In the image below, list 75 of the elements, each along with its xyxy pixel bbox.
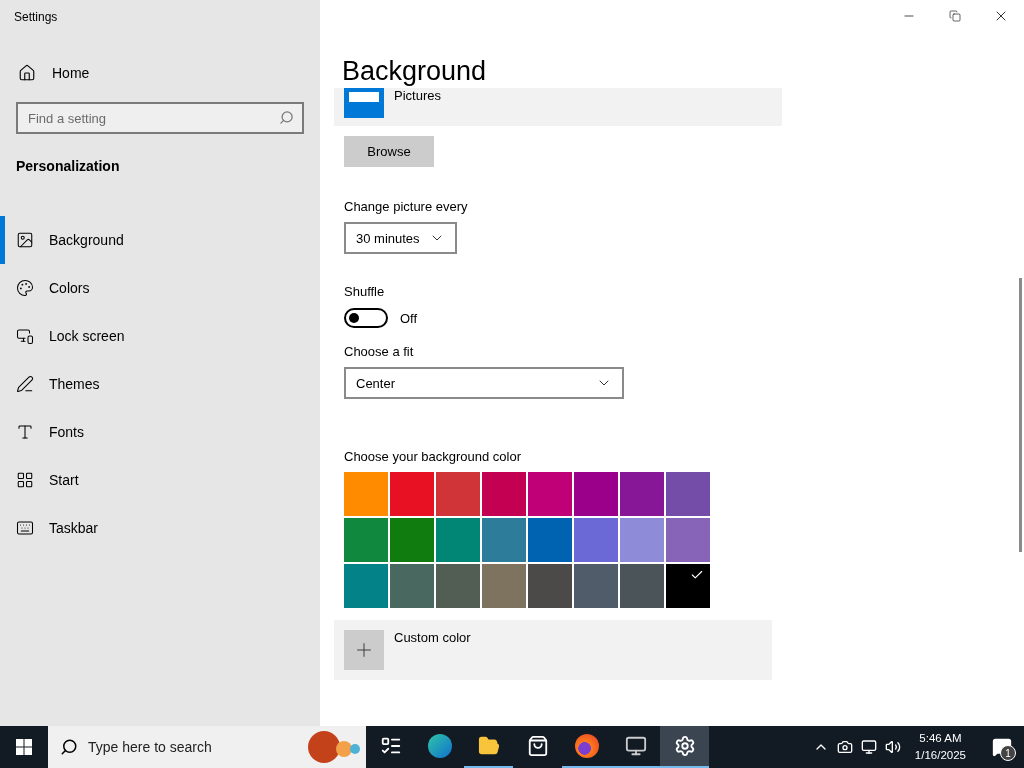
tiles-icon [16, 471, 34, 489]
folder-label: Pictures [394, 88, 441, 105]
camera-icon[interactable] [836, 739, 853, 755]
folder-icon [477, 735, 500, 757]
folder-item[interactable]: Pictures [334, 88, 782, 126]
windows-logo-icon [16, 739, 32, 755]
home-link[interactable]: Home [0, 36, 320, 90]
field-label: Choose a fit [344, 344, 415, 359]
color-swatch[interactable] [574, 472, 618, 516]
color-swatch[interactable] [436, 564, 480, 608]
color-swatch[interactable] [390, 518, 434, 562]
keyboard-icon [16, 519, 34, 537]
field-label: Choose your background color [344, 449, 523, 464]
home-icon [18, 64, 36, 82]
pen-icon [16, 375, 34, 393]
palette-icon [16, 279, 34, 297]
volume-icon[interactable] [884, 739, 901, 755]
color-swatch[interactable] [482, 472, 526, 516]
color-swatch[interactable] [344, 518, 388, 562]
color-swatch[interactable] [620, 472, 664, 516]
sidebar-item[interactable]: Lock screen [0, 312, 320, 360]
color-swatch[interactable] [666, 564, 710, 608]
fit-dropdown[interactable]: Center [344, 367, 624, 399]
color-swatch[interactable] [482, 518, 526, 562]
color-swatch[interactable] [482, 564, 526, 608]
browser-icon [574, 734, 599, 758]
scrollbar-thumb[interactable] [1019, 278, 1022, 552]
picture-icon [16, 231, 34, 249]
store-bag-icon [526, 735, 549, 757]
toggle-switch[interactable] [344, 308, 388, 328]
field-label: Shuffle [344, 284, 386, 299]
custom-color-item[interactable]: Custom color [334, 620, 772, 680]
color-swatch[interactable] [574, 564, 618, 608]
sidebar-item[interactable]: Start [0, 456, 320, 504]
color-swatch[interactable] [574, 518, 618, 562]
monitor-icon [624, 735, 647, 757]
toggle-state: Off [400, 310, 418, 326]
window-title: Settings [13, 9, 59, 26]
color-swatch[interactable] [620, 518, 664, 562]
color-swatch[interactable] [344, 472, 388, 516]
color-swatch[interactable] [436, 472, 480, 516]
sidebar-item[interactable]: Themes [0, 360, 320, 408]
sidebar-item[interactable]: Taskbar [0, 504, 320, 552]
color-swatch[interactable] [528, 564, 572, 608]
color-swatch[interactable] [620, 564, 664, 608]
taskbar-app-button[interactable] [660, 726, 709, 768]
color-swatch[interactable] [390, 564, 434, 608]
taskbar-search-field[interactable]: Type here to search [48, 726, 366, 768]
color-swatch[interactable] [344, 564, 388, 608]
color-swatch[interactable] [436, 518, 480, 562]
color-swatch[interactable] [390, 472, 434, 516]
color-swatch[interactable] [666, 518, 710, 562]
section-heading: Personalization [15, 157, 121, 176]
browser-icon [427, 734, 452, 758]
search-field[interactable]: Find a setting [16, 102, 304, 134]
count-badge: 1 [1000, 745, 1016, 761]
folder-tile-icon [344, 88, 384, 118]
screen-lock-icon [16, 327, 34, 345]
color-swatch[interactable] [528, 472, 572, 516]
restore-icon [949, 10, 961, 22]
color-swatch[interactable] [666, 472, 710, 516]
check-icon [690, 568, 704, 582]
page-title: Background [342, 55, 488, 88]
sidebar-item[interactable]: Colors [0, 264, 320, 312]
notifications-button[interactable]: 1 [980, 726, 1024, 768]
field-label: Change picture every [344, 199, 469, 214]
sidebar-item[interactable]: Fonts [0, 408, 320, 456]
clock[interactable]: 5:46 AM 1/16/2025 [908, 730, 972, 764]
search-icon [279, 110, 294, 125]
interval-dropdown[interactable]: 30 minutes [344, 222, 457, 254]
browse-button[interactable]: Browse [344, 136, 434, 167]
font-icon [16, 423, 34, 441]
settings-icon [673, 735, 696, 757]
color-swatch[interactable] [528, 518, 572, 562]
custom-color-label: Custom color [394, 630, 471, 647]
